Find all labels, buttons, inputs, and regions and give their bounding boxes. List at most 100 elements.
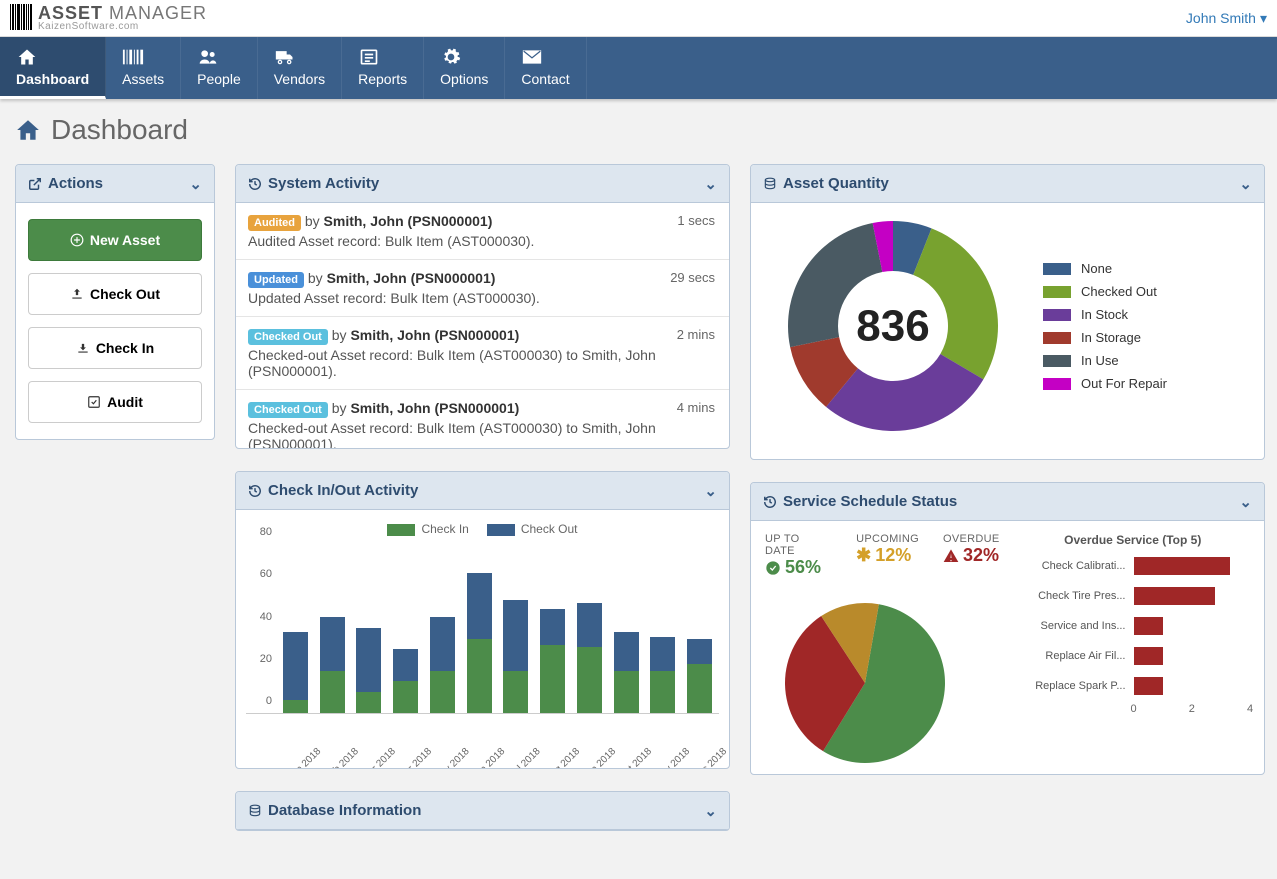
chevron-down-icon[interactable]: ⌄ bbox=[1239, 175, 1252, 193]
chevron-down-icon: ▾ bbox=[1260, 10, 1267, 27]
legend-row: Checked Out bbox=[1043, 284, 1167, 299]
activity-time: 1 secs bbox=[677, 213, 715, 228]
actions-panel-header[interactable]: Actions ⌄ bbox=[16, 165, 214, 203]
bar-column: Jul 2018 bbox=[501, 600, 532, 713]
system-activity-panel: System Activity ⌄ Audited by Smith, John… bbox=[235, 164, 730, 449]
activity-time: 29 secs bbox=[670, 270, 715, 285]
main-nav: DashboardAssetsPeopleVendorsReportsOptio… bbox=[0, 37, 1277, 99]
activity-badge: Checked Out bbox=[248, 329, 328, 345]
nav-vendors[interactable]: Vendors bbox=[258, 37, 342, 99]
activity-time: 4 mins bbox=[677, 400, 715, 415]
bar-column: Nov 2018 bbox=[648, 637, 679, 714]
service-stats: UP TO DATE 56% UPCOMING ✱12% OVERDUE 32% bbox=[765, 533, 1000, 578]
chevron-down-icon[interactable]: ⌄ bbox=[704, 802, 717, 820]
database-info-panel: Database Information ⌄ bbox=[235, 791, 730, 831]
bar-column: Sep 2018 bbox=[574, 603, 605, 714]
bar-column: Mar 2018 bbox=[354, 628, 385, 713]
legend-row: In Use bbox=[1043, 353, 1167, 368]
nav-contact[interactable]: Contact bbox=[505, 37, 586, 99]
overdue-bar-row: Check Calibrati... bbox=[1016, 557, 1251, 575]
legend-row: In Stock bbox=[1043, 307, 1167, 322]
legend-row: Out For Repair bbox=[1043, 376, 1167, 391]
nav-options[interactable]: Options bbox=[424, 37, 505, 99]
home-icon bbox=[16, 47, 89, 67]
database-icon bbox=[763, 177, 777, 191]
activity-badge: Audited bbox=[248, 215, 301, 231]
external-link-icon bbox=[28, 177, 42, 191]
overdue-bar-row: Replace Air Fil... bbox=[1016, 647, 1251, 665]
history-icon bbox=[763, 495, 777, 509]
history-icon bbox=[248, 484, 262, 498]
chevron-down-icon[interactable]: ⌄ bbox=[189, 175, 202, 193]
overdue-bar-row: Replace Spark P... bbox=[1016, 677, 1251, 695]
activity-item[interactable]: Updated by Smith, John (PSN000001)Update… bbox=[236, 260, 729, 317]
activity-item[interactable]: Checked Out by Smith, John (PSN000001)Ch… bbox=[236, 317, 729, 390]
page-title: Dashboard bbox=[51, 114, 188, 146]
mail-icon bbox=[521, 47, 569, 67]
check-square-icon bbox=[87, 395, 101, 409]
checkinout-chart: Check In Check Out 020406080 Jan 2018Feb… bbox=[236, 510, 729, 768]
nav-people[interactable]: People bbox=[181, 37, 258, 99]
warning-icon bbox=[943, 548, 959, 564]
activity-badge: Checked Out bbox=[248, 402, 328, 418]
checkinout-panel: Check In/Out Activity ⌄ Check In Check O… bbox=[235, 471, 730, 769]
barcode-icon bbox=[122, 47, 164, 67]
plus-circle-icon bbox=[70, 233, 84, 247]
overdue-top5-chart: Check Calibrati... Check Tire Pres... Serv… bbox=[1016, 557, 1251, 695]
nav-assets[interactable]: Assets bbox=[106, 37, 181, 99]
activity-item[interactable]: Checked Out by Smith, John (PSN000001)Ch… bbox=[236, 390, 729, 448]
asset-quantity-panel: Asset Quantity ⌄ 836 None Checked Out In S… bbox=[750, 164, 1265, 460]
bar-column: Jan 2018 bbox=[280, 632, 311, 713]
checkinout-header[interactable]: Check In/Out Activity ⌄ bbox=[236, 472, 729, 510]
service-pie-chart bbox=[765, 588, 965, 768]
check-out-button[interactable]: Check Out bbox=[28, 273, 202, 315]
chevron-down-icon[interactable]: ⌄ bbox=[704, 175, 717, 193]
app-logo: ASSET MANAGER KaizenSoftware.com bbox=[10, 4, 207, 32]
chevron-down-icon[interactable]: ⌄ bbox=[704, 482, 717, 500]
overdue-bar-row: Service and Ins... bbox=[1016, 617, 1251, 635]
check-circle-icon bbox=[765, 560, 781, 576]
bar-column: Feb 2018 bbox=[317, 617, 348, 713]
legend-row: None bbox=[1043, 261, 1167, 276]
upload-icon bbox=[70, 287, 84, 301]
gear-icon bbox=[440, 47, 488, 67]
user-menu[interactable]: John Smith ▾ bbox=[1186, 10, 1267, 27]
list-icon bbox=[358, 47, 407, 67]
system-activity-header[interactable]: System Activity ⌄ bbox=[236, 165, 729, 203]
users-icon bbox=[197, 47, 241, 67]
donut-legend: None Checked Out In Stock In Storage In Use O… bbox=[1043, 261, 1167, 391]
bar-column: Dec 2018 bbox=[684, 639, 715, 713]
bar-column: Oct 2018 bbox=[611, 632, 642, 713]
activity-item[interactable]: Audited by Smith, John (PSN000001)Audite… bbox=[236, 203, 729, 260]
check-in-button[interactable]: Check In bbox=[28, 327, 202, 369]
new-asset-button[interactable]: New Asset bbox=[28, 219, 202, 261]
chevron-down-icon[interactable]: ⌄ bbox=[1239, 493, 1252, 511]
bar-column: Apr 2018 bbox=[390, 649, 421, 713]
overdue-bar-row: Check Tire Pres... bbox=[1016, 587, 1251, 605]
nav-dashboard[interactable]: Dashboard bbox=[0, 37, 106, 99]
audit-button[interactable]: Audit bbox=[28, 381, 202, 423]
app-subtitle: KaizenSoftware.com bbox=[38, 22, 207, 32]
activity-time: 2 mins bbox=[677, 327, 715, 342]
page-header: Dashboard bbox=[15, 114, 1262, 146]
service-schedule-panel: Service Schedule Status ⌄ UP TO DATE 56%… bbox=[750, 482, 1265, 775]
activity-badge: Updated bbox=[248, 272, 304, 288]
bar-column: Aug 2018 bbox=[537, 609, 568, 713]
legend-row: In Storage bbox=[1043, 330, 1167, 345]
service-schedule-header[interactable]: Service Schedule Status ⌄ bbox=[751, 483, 1264, 521]
nav-reports[interactable]: Reports bbox=[342, 37, 424, 99]
asset-quantity-header[interactable]: Asset Quantity ⌄ bbox=[751, 165, 1264, 203]
truck-icon bbox=[274, 47, 325, 67]
history-icon bbox=[248, 177, 262, 191]
overdue-top5-title: Overdue Service (Top 5) bbox=[1016, 533, 1251, 547]
bar-column: Jun 2018 bbox=[464, 573, 495, 713]
barcode-icon bbox=[10, 4, 32, 30]
app-name: ASSET MANAGER bbox=[38, 4, 207, 22]
top-bar: ASSET MANAGER KaizenSoftware.com John Sm… bbox=[0, 0, 1277, 37]
donut-chart: 836 bbox=[763, 211, 1023, 441]
activity-list[interactable]: Audited by Smith, John (PSN000001)Audite… bbox=[236, 203, 729, 448]
svg-text:836: 836 bbox=[856, 302, 929, 351]
home-icon bbox=[15, 117, 41, 143]
download-icon bbox=[76, 341, 90, 355]
database-info-header[interactable]: Database Information ⌄ bbox=[236, 792, 729, 830]
